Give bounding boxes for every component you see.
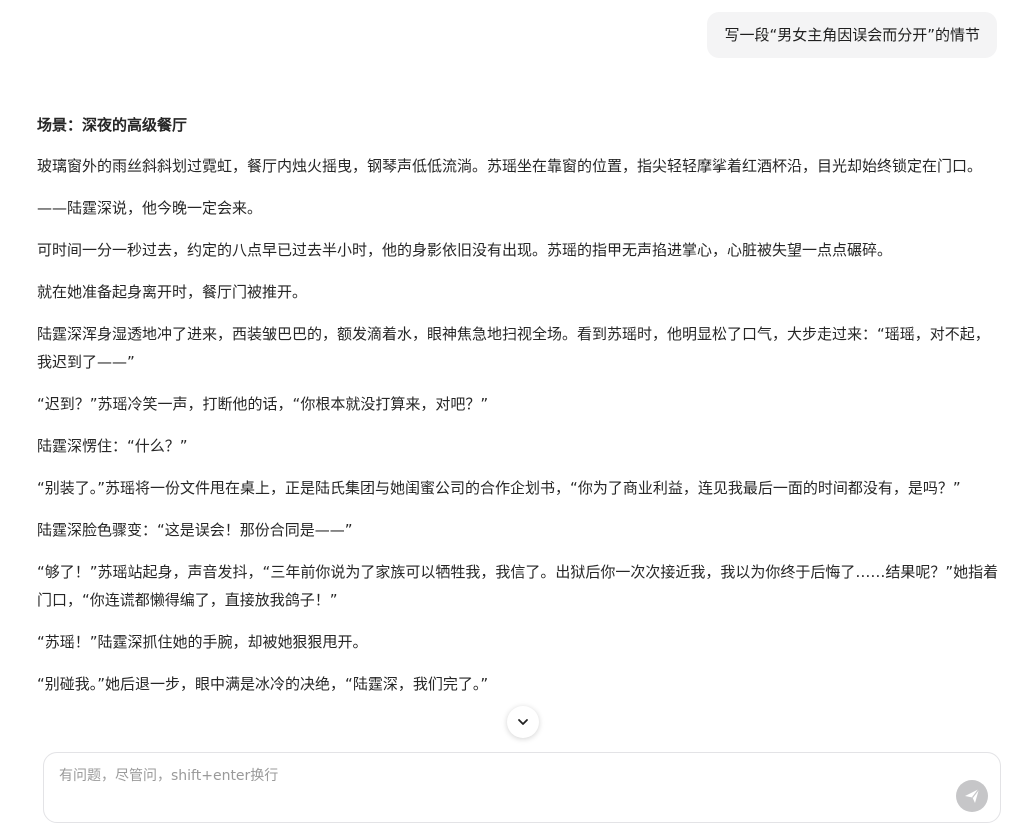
send-button[interactable] (956, 780, 988, 812)
answer-paragraph: 陆霆深愣住：“什么？” (37, 437, 188, 455)
answer-paragraph: ——陆霆深说，他今晚一定会来。 (37, 199, 263, 217)
answer-paragraph: “苏瑶！”陆霆深抓住她的手腕，却被她狠狠甩开。 (37, 633, 368, 651)
chat-input-box (43, 752, 1001, 823)
answer-paragraph: “别装了。”苏瑶将一份文件甩在桌上，正是陆氏集团与她闺蜜公司的合作企划书，“你为… (37, 479, 961, 497)
send-arrow-icon (965, 788, 980, 803)
answer-heading: 场景：深夜的高级餐厅 (37, 116, 188, 134)
chat-input[interactable] (59, 765, 939, 809)
answer-paragraph: 就在她准备起身离开时，餐厅门被推开。 (37, 283, 308, 301)
answer-paragraph: 可时间一分一秒过去，约定的八点早已过去半小时，他的身影依旧没有出现。苏瑶的指甲无… (37, 241, 893, 259)
user-message-bubble: 写一段“男女主角因误会而分开”的情节 (707, 12, 997, 58)
answer-paragraph: “够了！”苏瑶站起身，声音发抖，“三年前你说为了家族可以牺牲我，我信了。出狱后你… (37, 563, 999, 609)
answer-paragraph: “别碰我。”她后退一步，眼中满是冰冷的决绝，“陆霆深，我们完了。” (37, 675, 489, 693)
chat-page: 写一段“男女主角因误会而分开”的情节 场景：深夜的高级餐厅 玻璃窗外的雨丝斜斜划… (0, 0, 1036, 835)
answer-paragraph: “迟到？”苏瑶冷笑一声，打断他的话，“你根本就没打算来，对吧？” (37, 395, 489, 413)
answer-paragraph: 玻璃窗外的雨丝斜斜划过霓虹，餐厅内烛火摇曳，钢琴声低低流淌。苏瑶坐在靠窗的位置，… (37, 157, 983, 175)
scroll-to-bottom-button[interactable] (507, 706, 539, 738)
chevron-down-icon (518, 719, 528, 725)
answer-paragraph: 陆霆深浑身湿透地冲了进来，西装皱巴巴的，额发滴着水，眼神焦急地扫视全场。看到苏瑶… (37, 325, 990, 371)
assistant-answer: 场景：深夜的高级餐厅 玻璃窗外的雨丝斜斜划过霓虹，餐厅内烛火摇曳，钢琴声低低流淌… (37, 112, 1001, 712)
answer-paragraph: 陆霆深脸色骤变：“这是误会！那份合同是——” (37, 521, 353, 539)
